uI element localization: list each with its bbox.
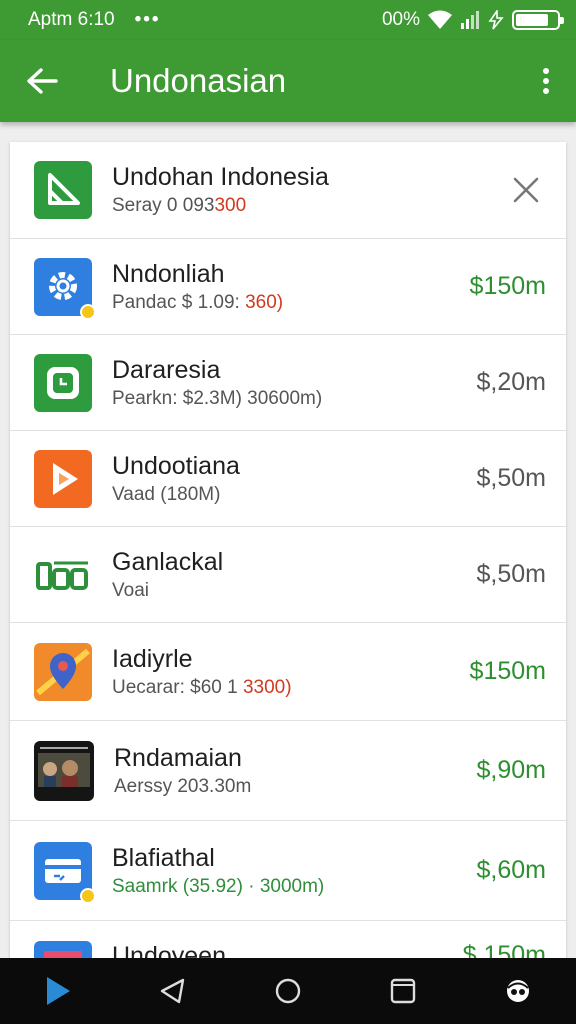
item-price: $,90m <box>476 756 546 784</box>
play-icon <box>34 449 92 508</box>
more-options-button[interactable] <box>516 40 576 122</box>
nav-back-button[interactable] <box>143 961 203 1021</box>
play-icon <box>46 977 70 1005</box>
face-icon <box>507 980 530 1002</box>
close-button[interactable] <box>506 170 546 210</box>
battery-icon <box>512 10 564 30</box>
item-price: $,50m <box>476 464 546 492</box>
play-store-button[interactable] <box>28 961 88 1021</box>
close-icon <box>513 177 539 203</box>
battery-percent: 00% <box>381 9 420 30</box>
charging-icon <box>488 10 504 30</box>
wifi-icon <box>428 10 452 29</box>
item-price: $,50m <box>476 560 546 588</box>
item-subtitle: Pearkn: $2.3M) 30600m) <box>112 387 323 409</box>
list-item[interactable]: Iadiyrle Uecarar: $60 1 3300) $150m <box>10 623 566 721</box>
item-subtitle: Vaad (180M) <box>112 483 221 505</box>
list-item[interactable]: Blafiathal Saamrk (35.92) · 3000m) $,60m <box>10 821 566 921</box>
triangle-back-icon <box>160 978 184 1004</box>
status-time: Aptm 6:10 <box>28 9 115 30</box>
arrow-left-icon <box>27 68 58 94</box>
navigation-bar <box>0 958 576 1024</box>
back-button[interactable] <box>0 40 84 122</box>
circle-home-icon <box>275 978 301 1004</box>
app-list: Undohan Indonesia Seray 0 093300 Nndonli… <box>10 142 566 962</box>
notification-dots: ••• <box>134 9 161 30</box>
item-price: $150m <box>469 657 546 685</box>
list-item[interactable]: Undootiana Vaad (180M) $,50m <box>10 431 566 527</box>
clock-icon <box>34 353 92 412</box>
square-recents-icon <box>390 978 416 1004</box>
item-price: $,20m <box>476 368 546 396</box>
item-name: Dararesia <box>112 355 221 384</box>
list-item[interactable]: Undoyeen $,150m <box>10 921 566 962</box>
list-item[interactable]: Rndamaian Aerssy 203.30m $,90m <box>10 721 566 821</box>
item-name: Blafiathal <box>112 843 215 872</box>
item-name: Nndonliah <box>112 259 225 288</box>
status-bar: Aptm 6:10 ••• 00% <box>0 0 576 40</box>
item-name: Undohan Indonesia <box>112 163 329 191</box>
item-name: Undootiana <box>112 451 240 480</box>
more-vert-icon <box>543 68 549 94</box>
item-price: $,60m <box>476 856 546 884</box>
list-item[interactable]: Undohan Indonesia Seray 0 093300 <box>10 142 566 239</box>
item-name: Ganlackal <box>112 547 224 576</box>
item-subtitle: Voai <box>112 579 149 601</box>
signal-icon <box>461 11 479 29</box>
app-bar: Undonasian <box>0 40 576 122</box>
gear-icon <box>34 257 96 320</box>
list-item[interactable]: Nndonliah Pandac $ 1.09: 360) $150m <box>10 239 566 335</box>
list-item[interactable]: Ganlackal Voai $,50m <box>10 527 566 623</box>
item-name: Iadiyrle <box>112 644 193 673</box>
nav-home-button[interactable] <box>258 961 318 1021</box>
item-name: Rndamaian <box>114 743 242 772</box>
item-subtitle: Seray 0 093300 <box>112 195 247 216</box>
page-title: Undonasian <box>110 62 287 99</box>
nav-assistant-button[interactable] <box>488 961 548 1021</box>
movie-icon <box>34 740 94 801</box>
item-subtitle: Saamrk (35.92) · 3000m) <box>112 875 325 897</box>
item-subtitle: Pandac $ 1.09: 360) <box>112 291 284 313</box>
map-pin-icon <box>34 642 92 701</box>
list-item[interactable]: Dararesia Pearkn: $2.3M) 30600m) $,20m <box>10 335 566 431</box>
item-subtitle: Aerssy 203.30m <box>114 775 252 797</box>
card-icon <box>34 841 96 904</box>
nav-recents-button[interactable] <box>373 961 433 1021</box>
item-subtitle: Uecarar: $60 1 3300) <box>112 676 292 698</box>
chart-icon <box>34 161 92 219</box>
item-price: $150m <box>469 272 546 300</box>
grid-icon <box>34 545 92 604</box>
